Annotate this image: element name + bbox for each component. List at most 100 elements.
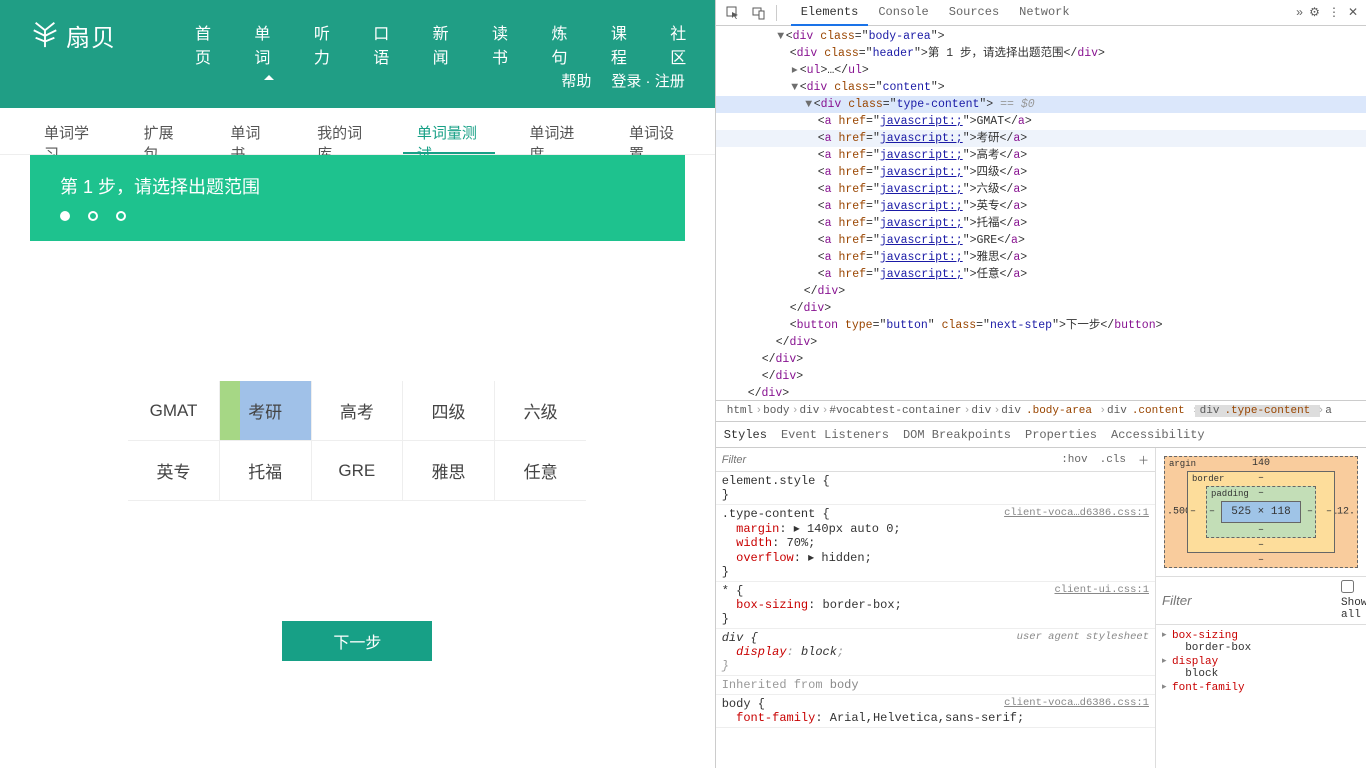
bm-border-left: –	[1190, 507, 1196, 518]
rule-star[interactable]: client-ui.css:1 * { box-sizing: border-b…	[716, 582, 1155, 629]
rule-selector: body {	[722, 697, 765, 711]
devtools-tab-console[interactable]: Console	[868, 0, 938, 26]
devtools-tab-network[interactable]: Network	[1009, 0, 1079, 26]
subnav-单词量测试[interactable]: 单词量测试	[403, 108, 496, 154]
type-四级[interactable]: 四级	[403, 381, 495, 441]
rule-selector: * {	[722, 584, 744, 598]
type-content: a 105×60 GMAT考研高考四级六级英专托福GRE雅思任意	[128, 381, 586, 501]
css-val: Arial,Helvetica,sans-serif	[830, 711, 1017, 725]
crumb-a[interactable]: a	[1320, 405, 1337, 417]
close-icon[interactable]: ✕	[1348, 5, 1358, 20]
type-雅思[interactable]: 雅思	[403, 441, 495, 501]
rule-source[interactable]: client-ui.css:1	[1054, 584, 1149, 596]
nav-口语[interactable]: 口语	[358, 0, 417, 88]
css-prop: margin	[736, 522, 779, 536]
type-grid: GMAT考研高考四级六级英专托福GRE雅思任意	[128, 381, 586, 501]
type-任意[interactable]: 任意	[495, 441, 587, 501]
style-tab-styles[interactable]: Styles	[724, 428, 767, 442]
styles-tabs: Styles Event Listeners DOM Breakpoints Prop…	[716, 422, 1366, 448]
css-val: block	[801, 645, 837, 659]
style-tab-event-listeners[interactable]: Event Listeners	[781, 428, 889, 442]
nav-单词[interactable]: 单词	[239, 0, 298, 88]
subnav-扩展包[interactable]: 扩展包	[130, 108, 197, 154]
computed-list[interactable]: box-sizing border-boxdisplay blockfont-f…	[1156, 625, 1366, 711]
computed-filter-input[interactable]	[1162, 593, 1341, 608]
computed-display[interactable]: display block	[1162, 655, 1360, 681]
nav-新闻[interactable]: 新闻	[418, 0, 477, 88]
subnav-单词设置[interactable]: 单词设置	[615, 108, 695, 154]
computed-font-family[interactable]: font-family	[1162, 681, 1360, 707]
elements-panel[interactable]: ▼<div class="body-area"><div class="head…	[716, 26, 1366, 400]
bm-border-bottom: –	[1258, 540, 1264, 551]
bm-margin-label: argin	[1169, 459, 1196, 469]
cls-toggle[interactable]: .cls	[1094, 452, 1132, 468]
nav-听力[interactable]: 听力	[299, 0, 358, 88]
inherited-label: Inherited from	[722, 678, 823, 692]
inspect-icon[interactable]	[720, 2, 746, 24]
crumb-div.content[interactable]: div.content	[1102, 405, 1195, 417]
type-考研[interactable]: 考研	[220, 381, 312, 441]
show-all-toggle[interactable]: Show all	[1341, 580, 1366, 621]
devtools-toolbar: ElementsConsoleSourcesNetwork » ⚙ ⋮ ✕	[716, 0, 1366, 26]
bm-margin-top: 140	[1252, 458, 1270, 469]
devtools-tab-sources[interactable]: Sources	[939, 0, 1009, 26]
crumb-div[interactable]: div	[795, 405, 825, 417]
subnav-单词进度[interactable]: 单词进度	[515, 108, 595, 154]
breadcrumb[interactable]: htmlbodydiv#vocabtest-containerdivdiv.bo…	[716, 400, 1366, 422]
crumb-#vocabtest-container[interactable]: #vocabtest-container	[824, 405, 966, 417]
rule-element-style[interactable]: element.style {}	[716, 472, 1155, 505]
nav-读书[interactable]: 读书	[477, 0, 536, 88]
subnav-单词学习[interactable]: 单词学习	[30, 108, 110, 154]
type-高考[interactable]: 高考	[312, 381, 404, 441]
brand[interactable]: 扇贝	[30, 18, 116, 53]
type-英专[interactable]: 英专	[128, 441, 220, 501]
styles-bottom: :hov .cls ＋ element.style {} client-voca…	[716, 448, 1366, 768]
type-六级[interactable]: 六级	[495, 381, 587, 441]
css-prop: font-family	[736, 711, 815, 725]
styles-filter-row: :hov .cls ＋	[716, 448, 1155, 472]
subnav-我的词库[interactable]: 我的词库	[303, 108, 383, 154]
type-托福[interactable]: 托福	[220, 441, 312, 501]
rule-source[interactable]: client-voca…d6386.css:1	[1004, 697, 1149, 709]
add-rule-icon[interactable]: ＋	[1132, 450, 1155, 470]
type-GRE[interactable]: GRE	[312, 441, 404, 501]
subnav-单词书[interactable]: 单词书	[216, 108, 283, 154]
style-tab-properties[interactable]: Properties	[1025, 428, 1097, 442]
more-icon[interactable]: ⋮	[1328, 5, 1340, 20]
next-step-button[interactable]: 下一步	[282, 621, 432, 661]
bm-content: 525 × 118	[1221, 501, 1301, 523]
box-model[interactable]: argin 140 .500 112. – border – – – – pad…	[1156, 448, 1366, 577]
bm-margin-bottom: –	[1258, 555, 1264, 566]
crumb-html[interactable]: html	[722, 405, 758, 417]
bm-padding-label: padding	[1211, 489, 1249, 499]
rule-body[interactable]: client-voca…d6386.css:1 body { font-fami…	[716, 695, 1155, 728]
rule-type-content[interactable]: client-voca…d6386.css:1 .type-content { …	[716, 505, 1155, 582]
devtools-tabs: ElementsConsoleSourcesNetwork	[791, 0, 1290, 26]
app-page: 扇贝 首页单词听力口语新闻读书炼句课程社区 帮助 登录 · 注册 单词学习扩展包…	[0, 0, 715, 768]
type-GMAT[interactable]: GMAT	[128, 381, 220, 441]
bm-padding-right: –	[1307, 507, 1313, 518]
rule-div-ua[interactable]: user agent stylesheet div { display: blo…	[716, 629, 1155, 676]
crumb-div.type-content[interactable]: div.type-content	[1195, 405, 1321, 417]
devtools-tab-elements[interactable]: Elements	[791, 0, 869, 26]
nav-help[interactable]: 帮助	[561, 70, 591, 91]
device-icon[interactable]	[746, 2, 772, 24]
crumb-body[interactable]: body	[758, 405, 794, 417]
nav-首页[interactable]: 首页	[180, 0, 239, 88]
style-tab-dom-breakpoints[interactable]: DOM Breakpoints	[903, 428, 1011, 442]
hov-toggle[interactable]: :hov	[1055, 452, 1093, 468]
crumb-div[interactable]: div	[966, 405, 996, 417]
crumb-div.body-area[interactable]: div.body-area	[996, 405, 1102, 417]
settings-icon[interactable]: ⚙	[1309, 5, 1320, 20]
css-val: border-box	[823, 598, 895, 612]
inherited-from: body	[830, 678, 859, 692]
tabs-more[interactable]: »	[1290, 6, 1309, 20]
nav-auth[interactable]: 登录 · 注册	[611, 70, 684, 91]
styles-column[interactable]: :hov .cls ＋ element.style {} client-voca…	[716, 448, 1156, 768]
rule-source[interactable]: client-voca…d6386.css:1	[1004, 507, 1149, 519]
computed-box-sizing[interactable]: box-sizing border-box	[1162, 629, 1360, 655]
styles-filter-input[interactable]	[716, 454, 1055, 466]
dot-1	[60, 211, 70, 221]
style-tab-accessibility[interactable]: Accessibility	[1111, 428, 1205, 442]
css-val: 70%	[787, 536, 809, 550]
